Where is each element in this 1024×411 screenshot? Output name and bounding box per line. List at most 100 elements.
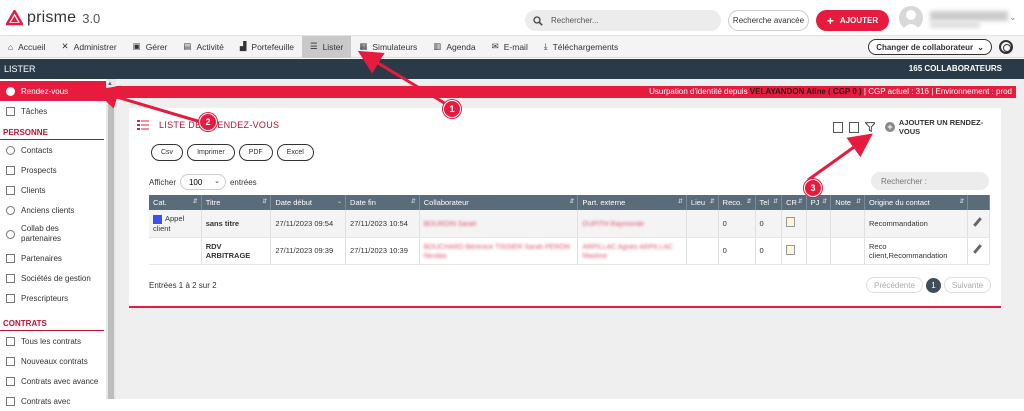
logo[interactable]: prisme 3.0	[6, 9, 100, 27]
sidebar-item-contrats-avance[interactable]: Contrats avec avance	[0, 371, 106, 391]
col-tel[interactable]: Tel ⇵	[755, 195, 783, 210]
annotation-badge-1: 1	[443, 100, 461, 118]
avatar[interactable]	[899, 6, 923, 30]
col-part-externe[interactable]: Part. externe ⇵	[577, 195, 687, 210]
excel-button[interactable]: Excel	[276, 144, 314, 161]
sidebar-item-rendez-vous[interactable]: Rendez-vous	[0, 81, 106, 101]
sidebar-item-label: Rendez-vous	[21, 86, 69, 96]
add-appointment-label: AJOUTER UN RENDEZ-VOUS	[898, 118, 984, 136]
alert-user: VELAYANDON Aline ( CGP 0 )	[749, 87, 862, 96]
list-icon: ☰	[309, 41, 318, 51]
sidebar-item-anciens-clients[interactable]: Anciens clients	[0, 200, 106, 220]
chevron-down-icon[interactable]: ⌄	[1009, 12, 1017, 23]
page-length-select[interactable]: 100 ⌄	[179, 174, 226, 190]
report-icon[interactable]	[786, 244, 796, 255]
cell-reco: 0	[718, 237, 756, 265]
sidebar-item-clients[interactable]: Clients	[0, 180, 106, 200]
col-collaborateur[interactable]: Collaborateur ⇵	[419, 195, 579, 210]
sidebar-item-prospects[interactable]: Prospects	[0, 160, 106, 180]
cell-origine: Recommandation	[864, 210, 969, 238]
nav-accueil[interactable]: ⌂ Accueil	[0, 36, 54, 58]
add-appointment-button[interactable]: + AJOUTER UN RENDEZ-VOUS	[885, 118, 1001, 136]
sidebar-scroll-thumb[interactable]	[108, 90, 114, 399]
col-note[interactable]: Note ⇵	[830, 195, 866, 210]
edit-icon[interactable]	[972, 217, 983, 228]
sidebar-item-contacts[interactable]: Contacts	[0, 140, 106, 160]
change-collaborator-select[interactable]: Changer de collaborateur ⌄	[868, 39, 992, 55]
scroll-up-icon[interactable]: ▲	[107, 81, 113, 87]
col-cat[interactable]: Cat. ⇵	[149, 195, 202, 210]
chevron-down-icon: ⌄	[214, 178, 220, 185]
table-search-input[interactable]	[871, 172, 989, 190]
sidebar-item-prescripteurs[interactable]: Prescripteurs	[0, 288, 106, 308]
table-row[interactable]: Appel client sans titre 27/11/2023 09:54…	[149, 210, 990, 238]
table-row[interactable]: RDV ARBITRAGE 27/11/2023 09:39 27/11/202…	[149, 237, 990, 265]
nav-portefeuille[interactable]: ▟ Portefeuille	[232, 36, 302, 58]
col-pj[interactable]: PJ ⇵	[806, 195, 832, 210]
advanced-search-button[interactable]: Recherche avancée	[728, 10, 809, 31]
user-role-blurred	[930, 22, 980, 28]
annotation-badge-3: 3	[804, 179, 822, 197]
sort-icon: ⇵	[262, 199, 268, 205]
nav-label: Portefeuille	[251, 41, 294, 52]
col-reco[interactable]: Reco. ⇵	[718, 195, 756, 210]
nav-email[interactable]: ✉ E-mail	[484, 36, 536, 58]
sidebar-item-tous-contrats[interactable]: Tous les contrats	[0, 331, 106, 351]
add-button[interactable]: + AJOUTER	[816, 10, 889, 31]
sidebar-item-taches[interactable]: Tâches	[0, 101, 106, 121]
page-number-button[interactable]: 1	[925, 277, 941, 293]
sidebar-item-label: Clients	[21, 185, 46, 195]
sidebar-item-partenaires[interactable]: Partenaires	[0, 248, 106, 268]
nav-telechargements[interactable]: ⤓ Téléchargements	[536, 36, 626, 58]
impersonation-alert: Usurpation d'identité depuis VELAYANDON …	[116, 86, 1016, 98]
nav-administrer[interactable]: ✕ Administrer	[54, 36, 125, 58]
next-page-button[interactable]: Suivante	[943, 277, 992, 293]
col-cr[interactable]: CR ⇵	[781, 195, 807, 210]
pdf-button[interactable]: PDF	[238, 144, 273, 161]
edit-icon[interactable]	[972, 244, 983, 255]
cell-actions	[967, 237, 990, 265]
sort-icon: ⇵	[677, 199, 683, 205]
sidebar-item-nouveaux-contrats[interactable]: Nouveaux contrats	[0, 351, 106, 371]
sidebar-item-collab-partenaires[interactable]: Collab des partenaires	[0, 220, 106, 248]
cell-lieu	[686, 237, 719, 265]
task-icon	[6, 106, 15, 116]
report-icon[interactable]	[786, 217, 796, 228]
entries-label: entrées	[229, 177, 257, 187]
document-icon[interactable]	[848, 121, 859, 133]
help-lifebuoy-icon[interactable]	[999, 40, 1013, 54]
export-buttons: Csv Imprimer PDF Excel	[151, 144, 314, 161]
filter-icon[interactable]	[864, 122, 876, 132]
col-lieu[interactable]: Lieu ⇵	[686, 195, 719, 210]
nav-lister[interactable]: ☰ Lister	[301, 35, 352, 58]
col-date-fin[interactable]: Date fin ⇵	[345, 195, 420, 210]
col-origine[interactable]: Origine du contact ⇵	[864, 195, 969, 210]
nav-gerer[interactable]: ▣ Gérer	[125, 36, 176, 58]
sidebar-section-contrats: CONTRATS	[0, 312, 104, 331]
add-label: AJOUTER	[839, 16, 879, 25]
chart-icon: ▟	[239, 41, 247, 51]
col-date-debut[interactable]: Date début ⌄	[270, 195, 347, 210]
chevron-down-icon: ⌄	[977, 42, 984, 52]
prev-page-button[interactable]: Précédente	[866, 277, 923, 293]
cell-date-fin: 27/11/2023 10:39	[345, 237, 420, 265]
sort-icon: ⇵	[773, 199, 779, 205]
cell-origine: Reco client,Recommandation	[864, 237, 969, 265]
sort-icon: ⌄	[337, 199, 343, 205]
sidebar-item-label: Tâches	[21, 106, 48, 116]
sort-icon: ⇵	[855, 199, 862, 205]
table-info: Entrées 1 à 2 sur 2	[149, 281, 217, 290]
print-button[interactable]: Imprimer	[187, 144, 235, 161]
col-titre[interactable]: Titre ⇵	[201, 195, 272, 210]
csv-button[interactable]: Csv	[151, 144, 184, 161]
sidebar-item-societes-gestion[interactable]: Sociétés de gestion	[0, 268, 106, 288]
sort-icon: ⇵	[746, 199, 752, 205]
nav-simulateurs[interactable]: ▦ Simulateurs	[351, 36, 425, 58]
briefcase-icon: ▣	[132, 41, 141, 51]
cell-date-debut: 27/11/2023 09:39	[270, 237, 347, 265]
global-search[interactable]: Rechercher...	[525, 10, 721, 31]
nav-agenda[interactable]: ▥ Agenda	[425, 36, 483, 58]
nav-activite[interactable]: ▤ Activité	[175, 36, 231, 58]
export-icon[interactable]	[833, 121, 843, 133]
sidebar-item-contrats-avec[interactable]: Contrats avec	[0, 391, 106, 411]
